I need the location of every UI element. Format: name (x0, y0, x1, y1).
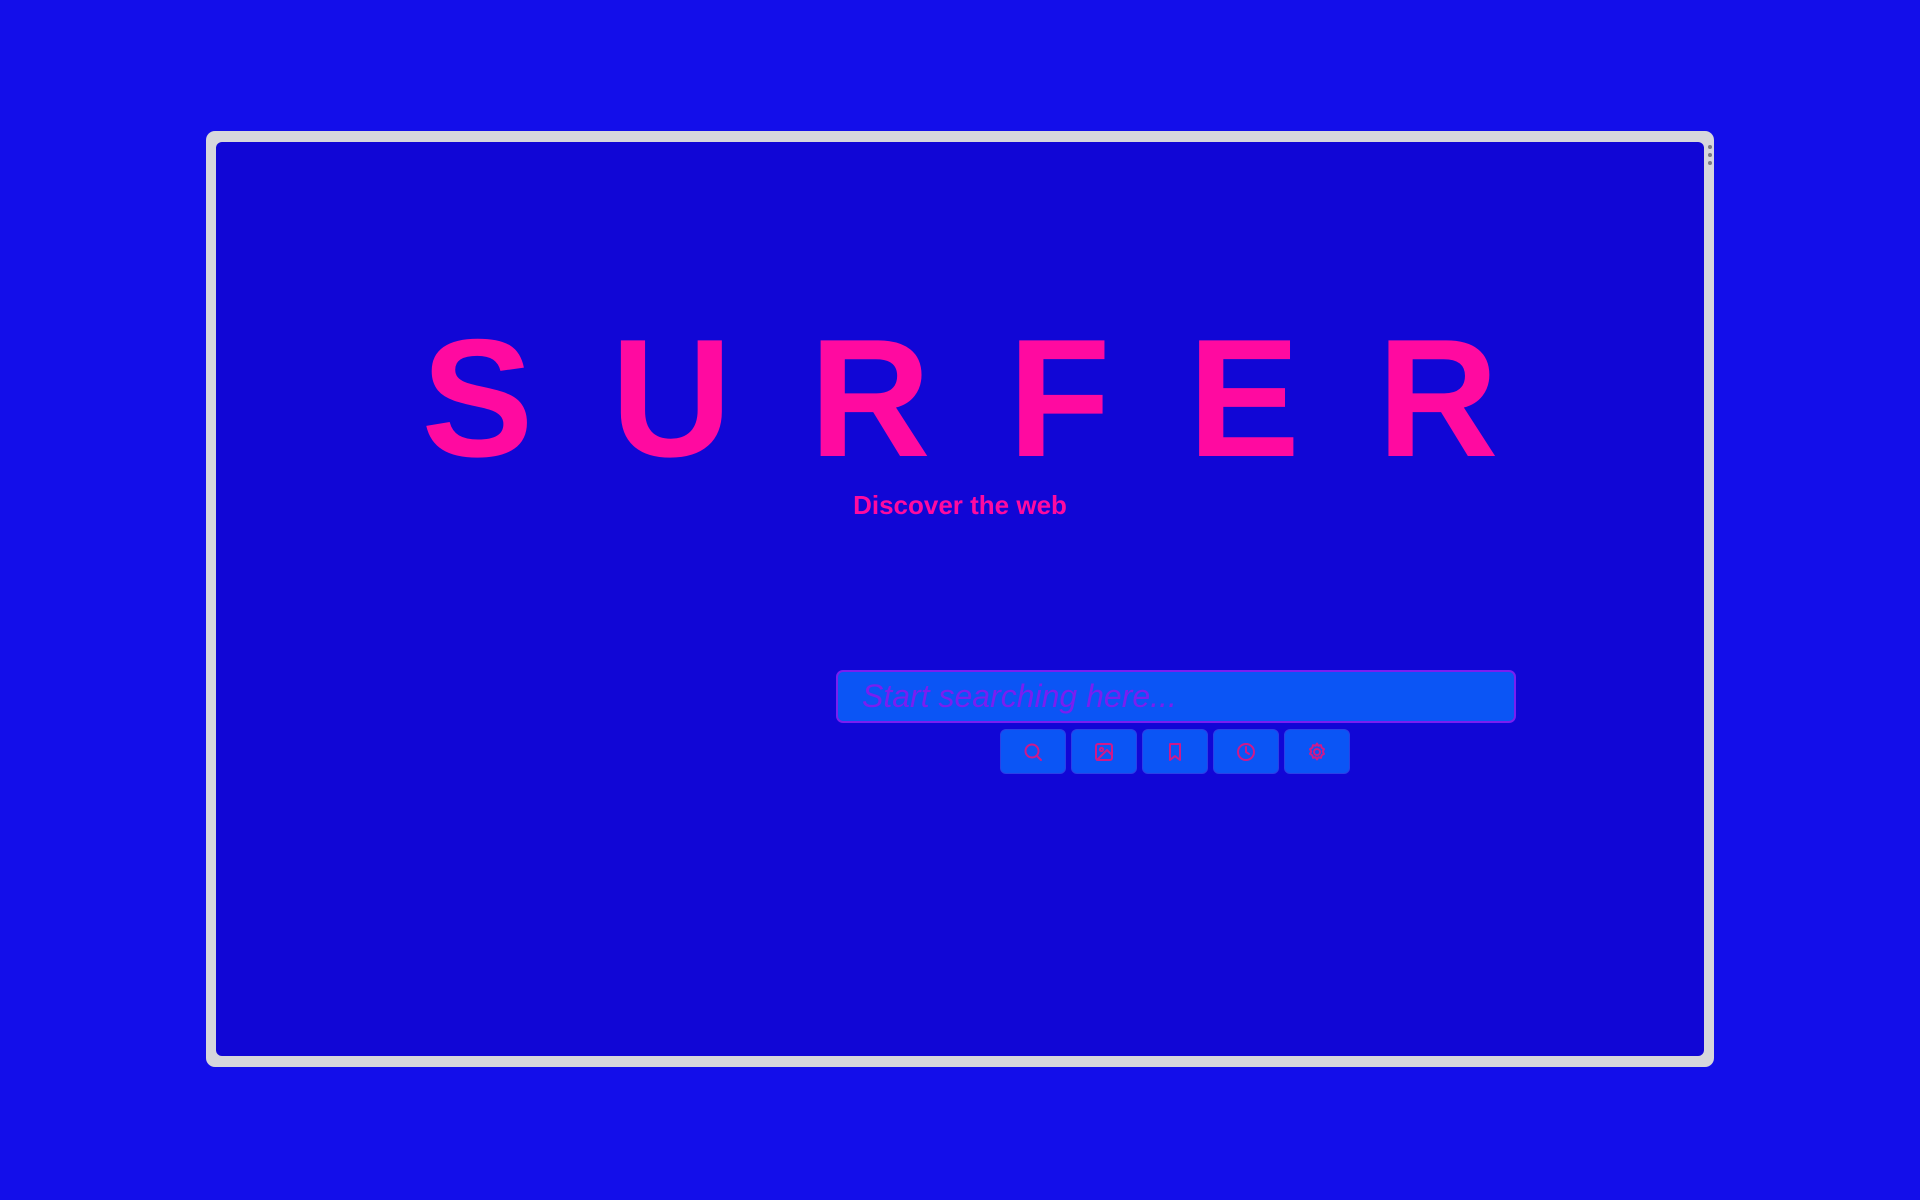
bookmarks-button[interactable] (1142, 729, 1208, 774)
search-button[interactable] (1000, 729, 1066, 774)
settings-button[interactable] (1284, 729, 1350, 774)
image-search-button[interactable] (1071, 729, 1137, 774)
bookmark-icon (1169, 742, 1181, 761)
logo-wordmark: SURFER (421, 304, 1576, 492)
settings-gear-icon (1309, 742, 1325, 760)
image-icon (1095, 742, 1113, 761)
history-clock-icon (1237, 742, 1255, 761)
search-toolbar (1000, 729, 1350, 774)
browser-window: SURFER Discover the web (206, 131, 1714, 1067)
window-resize-handle[interactable] (1708, 145, 1712, 165)
tagline: Discover the web (853, 490, 1067, 520)
search-icon (1024, 743, 1042, 761)
history-button[interactable] (1213, 729, 1279, 774)
page-viewport: SURFER Discover the web (216, 142, 1704, 1056)
search-input[interactable] (836, 670, 1516, 723)
